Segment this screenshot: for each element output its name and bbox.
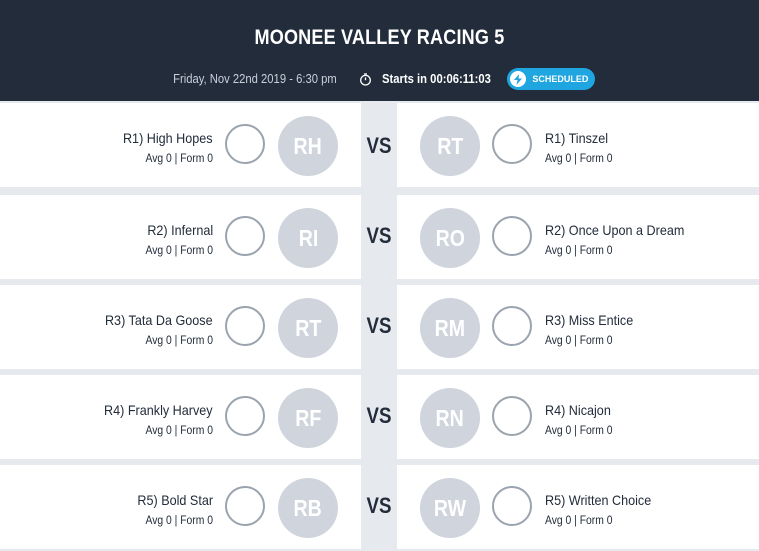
status-badge: SCHEDULED [507, 68, 596, 90]
matchup-list: R1) High Hopes Avg 0 | Form 0 RH VS RT R… [0, 101, 759, 551]
vs-label: VS [366, 133, 392, 158]
select-radio[interactable] [225, 216, 265, 256]
lightning-icon [510, 71, 527, 87]
runner-name: R3) Tata Da Goose [105, 312, 213, 328]
runner-name: R5) Bold Star [137, 492, 213, 508]
runner-avatar: RO [420, 208, 480, 268]
event-header: MOONEE VALLEY RACING 5 Friday, Nov 22nd … [0, 0, 759, 101]
select-radio[interactable] [225, 306, 265, 346]
runner-card-left[interactable]: R1) High Hopes Avg 0 | Form 0 RH [0, 103, 361, 187]
runner-avatar: RF [278, 388, 338, 448]
runner-card-left[interactable]: R5) Bold Star Avg 0 | Form 0 RB [0, 465, 361, 549]
runner-avatar: RM [420, 298, 480, 358]
select-radio[interactable] [492, 486, 532, 526]
vs-label: VS [366, 313, 392, 338]
runner-stats: Avg 0 | Form 0 [145, 153, 214, 165]
runner-avatar: RI [278, 208, 338, 268]
runner-avatar: RT [278, 298, 338, 358]
event-date: Friday, Nov 22nd 2019 - 6:30 pm [172, 72, 337, 86]
runner-name: R4) Frankly Harvey [104, 402, 213, 418]
runner-card-right[interactable]: RW R5) Written Choice Avg 0 | Form 0 [397, 465, 759, 549]
runner-stats: Avg 0 | Form 0 [545, 515, 613, 527]
event-meta: Friday, Nov 22nd 2019 - 6:30 pm Starts i… [0, 68, 759, 90]
runner-avatar: RT [420, 116, 480, 176]
runner-avatar: RH [278, 116, 338, 176]
runner-card-left[interactable]: R4) Frankly Harvey Avg 0 | Form 0 RF [0, 375, 361, 459]
runner-name: R2) Once Upon a Dream [545, 222, 685, 238]
runner-card-left[interactable]: R3) Tata Da Goose Avg 0 | Form 0 RT [0, 285, 361, 369]
runner-stats: Avg 0 | Form 0 [545, 425, 613, 437]
status-label: SCHEDULED [532, 74, 589, 84]
runner-card-left[interactable]: R2) Infernal Avg 0 | Form 0 RI [0, 195, 361, 279]
vs-label: VS [366, 493, 392, 518]
runner-card-right[interactable]: RN R4) Nicajon Avg 0 | Form 0 [397, 375, 759, 459]
runner-stats: Avg 0 | Form 0 [145, 515, 214, 527]
runner-card-right[interactable]: RM R3) Miss Entice Avg 0 | Form 0 [397, 285, 759, 369]
runner-name: R1) Tinszel [545, 130, 609, 146]
select-radio[interactable] [225, 486, 265, 526]
countdown-text: Starts in 00:06:11:03 [382, 72, 492, 86]
runner-name: R4) Nicajon [545, 402, 611, 418]
runner-stats: Avg 0 | Form 0 [145, 245, 214, 257]
runner-stats: Avg 0 | Form 0 [545, 245, 613, 257]
runner-name: R3) Miss Entice [545, 312, 634, 328]
runner-stats: Avg 0 | Form 0 [145, 425, 214, 437]
stopwatch-icon [359, 72, 372, 86]
runner-avatar: RN [420, 388, 480, 448]
select-radio[interactable] [492, 216, 532, 256]
vs-label: VS [366, 403, 392, 428]
runner-card-right[interactable]: RO R2) Once Upon a Dream Avg 0 | Form 0 [397, 195, 759, 279]
runner-avatar: RW [420, 478, 480, 538]
select-radio[interactable] [492, 124, 532, 164]
runner-stats: Avg 0 | Form 0 [545, 335, 613, 347]
runner-name: R5) Written Choice [545, 492, 652, 508]
select-radio[interactable] [225, 124, 265, 164]
select-radio[interactable] [492, 396, 532, 436]
event-title: MOONEE VALLEY RACING 5 [254, 26, 505, 49]
runner-name: R2) Infernal [147, 222, 213, 238]
runner-avatar: RB [278, 478, 338, 538]
select-radio[interactable] [225, 396, 265, 436]
runner-name: R1) High Hopes [123, 130, 213, 146]
vs-label: VS [366, 223, 392, 248]
runner-stats: Avg 0 | Form 0 [145, 335, 214, 347]
runner-card-right[interactable]: RT R1) Tinszel Avg 0 | Form 0 [397, 103, 759, 187]
select-radio[interactable] [492, 306, 532, 346]
runner-stats: Avg 0 | Form 0 [545, 153, 613, 165]
